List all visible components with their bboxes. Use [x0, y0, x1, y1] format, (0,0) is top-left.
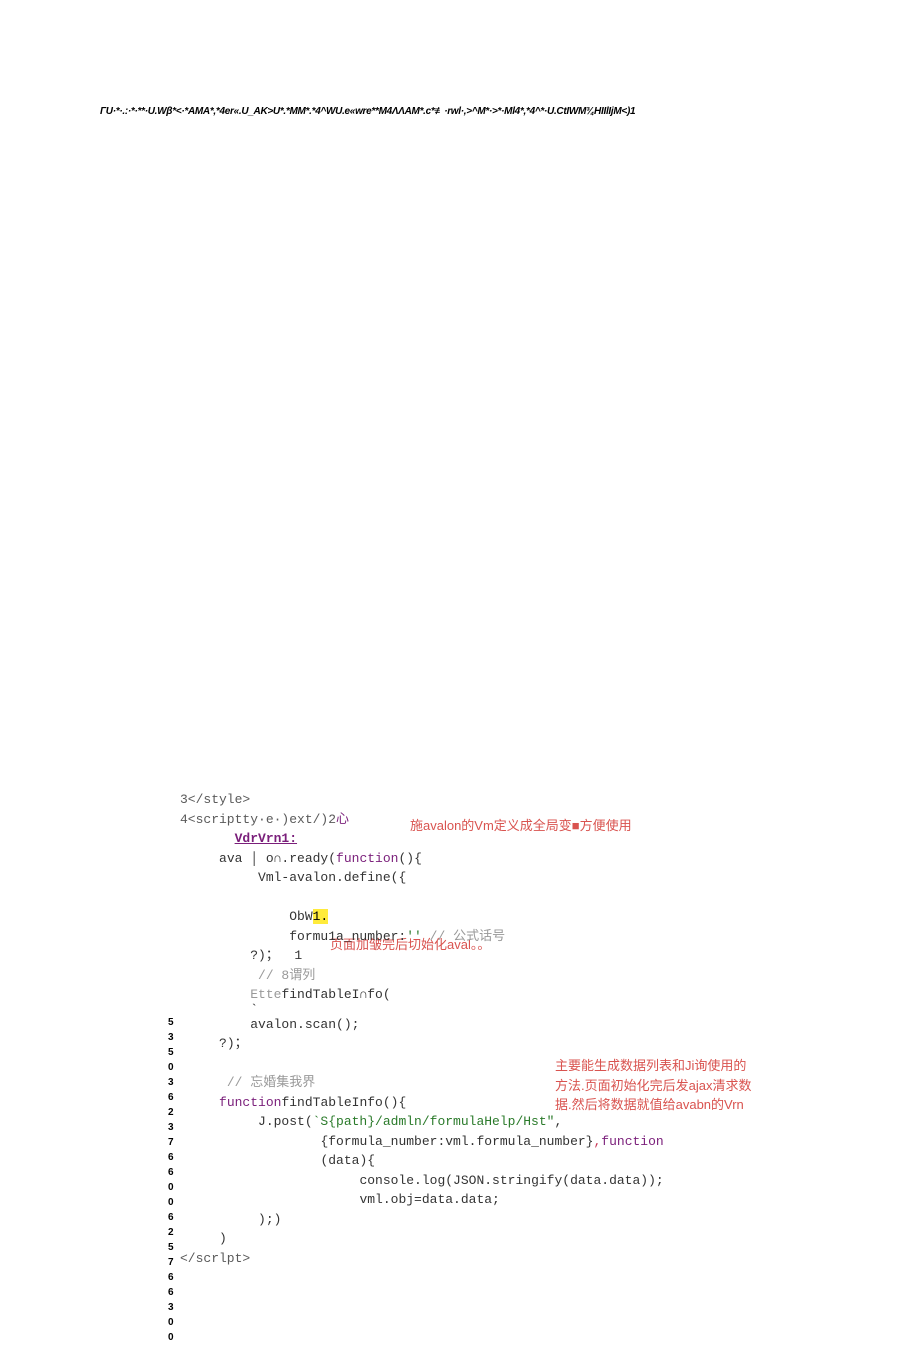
code-block: 3</style> 4<scriptty·e·)ext/)2心 VdrVrn1:…	[180, 790, 820, 1268]
code-text: vml.obj=data.data;	[359, 1192, 499, 1207]
code-string: ''	[406, 929, 422, 944]
code-text: formu1a_number:	[289, 929, 406, 944]
code-text: Ette	[250, 987, 281, 1002]
code-comment: // 公式话号	[422, 929, 505, 944]
code-text: 4<scriptty·e·)ext/)2	[180, 812, 336, 827]
code-text: ?)；	[219, 1036, 248, 1051]
code-text: o∩.ready(	[266, 851, 336, 866]
code-text: {formula_number:vml.formula_number}	[320, 1134, 593, 1149]
code-text: findTableI∩fo(	[281, 987, 390, 1002]
code-text: Vml-avalon.define({	[258, 870, 406, 885]
line-number-gutter: 535 036 237 660 062 576 630 0	[168, 1015, 174, 1345]
code-string: `S{path}/admln/formulaHelp/Hst"	[313, 1114, 555, 1129]
code-text: ?)； 1	[250, 948, 302, 963]
code-text: (){	[398, 851, 421, 866]
code-comment: // 8谓列	[250, 968, 315, 983]
code-text: )	[219, 1231, 227, 1246]
header-garbled-text: ΓU·*·.:·*·**·U.Wβ*<·*AMA*,*4er«.U_AK>U*.…	[100, 106, 880, 117]
code-text: );)	[258, 1212, 281, 1227]
code-keyword: function	[219, 1095, 281, 1110]
document-page: ΓU·*·.:·*·**·U.Wβ*<·*AMA*,*4er«.U_AK>U*.…	[0, 0, 920, 1301]
code-text: avalon.scan();	[250, 1017, 359, 1032]
code-text: ObW	[289, 909, 312, 924]
code-keyword: function	[336, 851, 398, 866]
code-text: </scrlpt>	[180, 1251, 250, 1266]
code-text: console.log(JSON.stringify(data.data));	[359, 1173, 663, 1188]
code-keyword: function	[601, 1134, 663, 1149]
code-text: 3</style>	[180, 792, 250, 807]
code-text: 心	[336, 812, 349, 827]
code-text: findTableInfo(){	[281, 1095, 406, 1110]
code-text: VdrVrn1:	[235, 831, 297, 846]
code-comment: // 忘婚集我界	[219, 1075, 315, 1090]
code-highlight: 1.	[313, 909, 329, 924]
code-text: ,	[554, 1114, 562, 1129]
code-text: ava	[219, 851, 242, 866]
code-text: J.post(	[258, 1114, 313, 1129]
code-text: (data){	[320, 1153, 375, 1168]
